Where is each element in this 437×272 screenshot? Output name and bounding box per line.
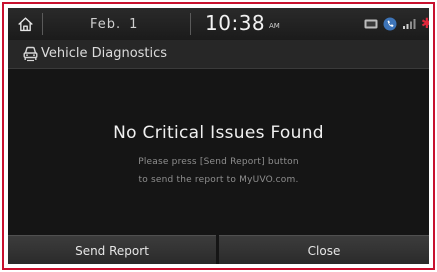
phone-icon	[383, 17, 397, 31]
date-month: Feb.	[90, 17, 122, 32]
close-button[interactable]: Close	[219, 235, 429, 264]
date-day: 1	[129, 17, 139, 32]
instruction-line-1: Please press [Send Report] button	[138, 157, 299, 167]
title-bar: Vehicle Diagnostics	[8, 40, 429, 69]
page-title: Vehicle Diagnostics	[41, 46, 168, 61]
head-unit-screen: Feb. 1 10:38 AM ✱ Vehicle Diagnostics No…	[8, 8, 429, 264]
signal-icon	[403, 19, 416, 29]
divider	[42, 13, 43, 35]
home-button[interactable]	[8, 8, 42, 40]
date-display: Feb. 1	[90, 17, 138, 32]
divider	[190, 13, 191, 35]
message-area: No Critical Issues Found Please press [S…	[8, 69, 429, 234]
screenshot-frame: Feb. 1 10:38 AM ✱ Vehicle Diagnostics No…	[2, 2, 435, 270]
instruction-line-2: to send the report to MyUVO.com.	[138, 175, 299, 185]
bluetooth-icon: ✱	[421, 16, 429, 32]
status-icons: ✱	[364, 15, 429, 33]
home-icon	[17, 16, 33, 31]
status-headline: No Critical Issues Found	[113, 123, 324, 143]
sd-card-icon	[364, 19, 378, 29]
car-diagnostics-icon	[23, 46, 38, 62]
send-report-button[interactable]: Send Report	[8, 235, 216, 264]
clock-ampm: AM	[269, 22, 280, 30]
status-bar: Feb. 1 10:38 AM ✱	[8, 8, 429, 40]
clock-time: 10:38	[205, 11, 266, 35]
